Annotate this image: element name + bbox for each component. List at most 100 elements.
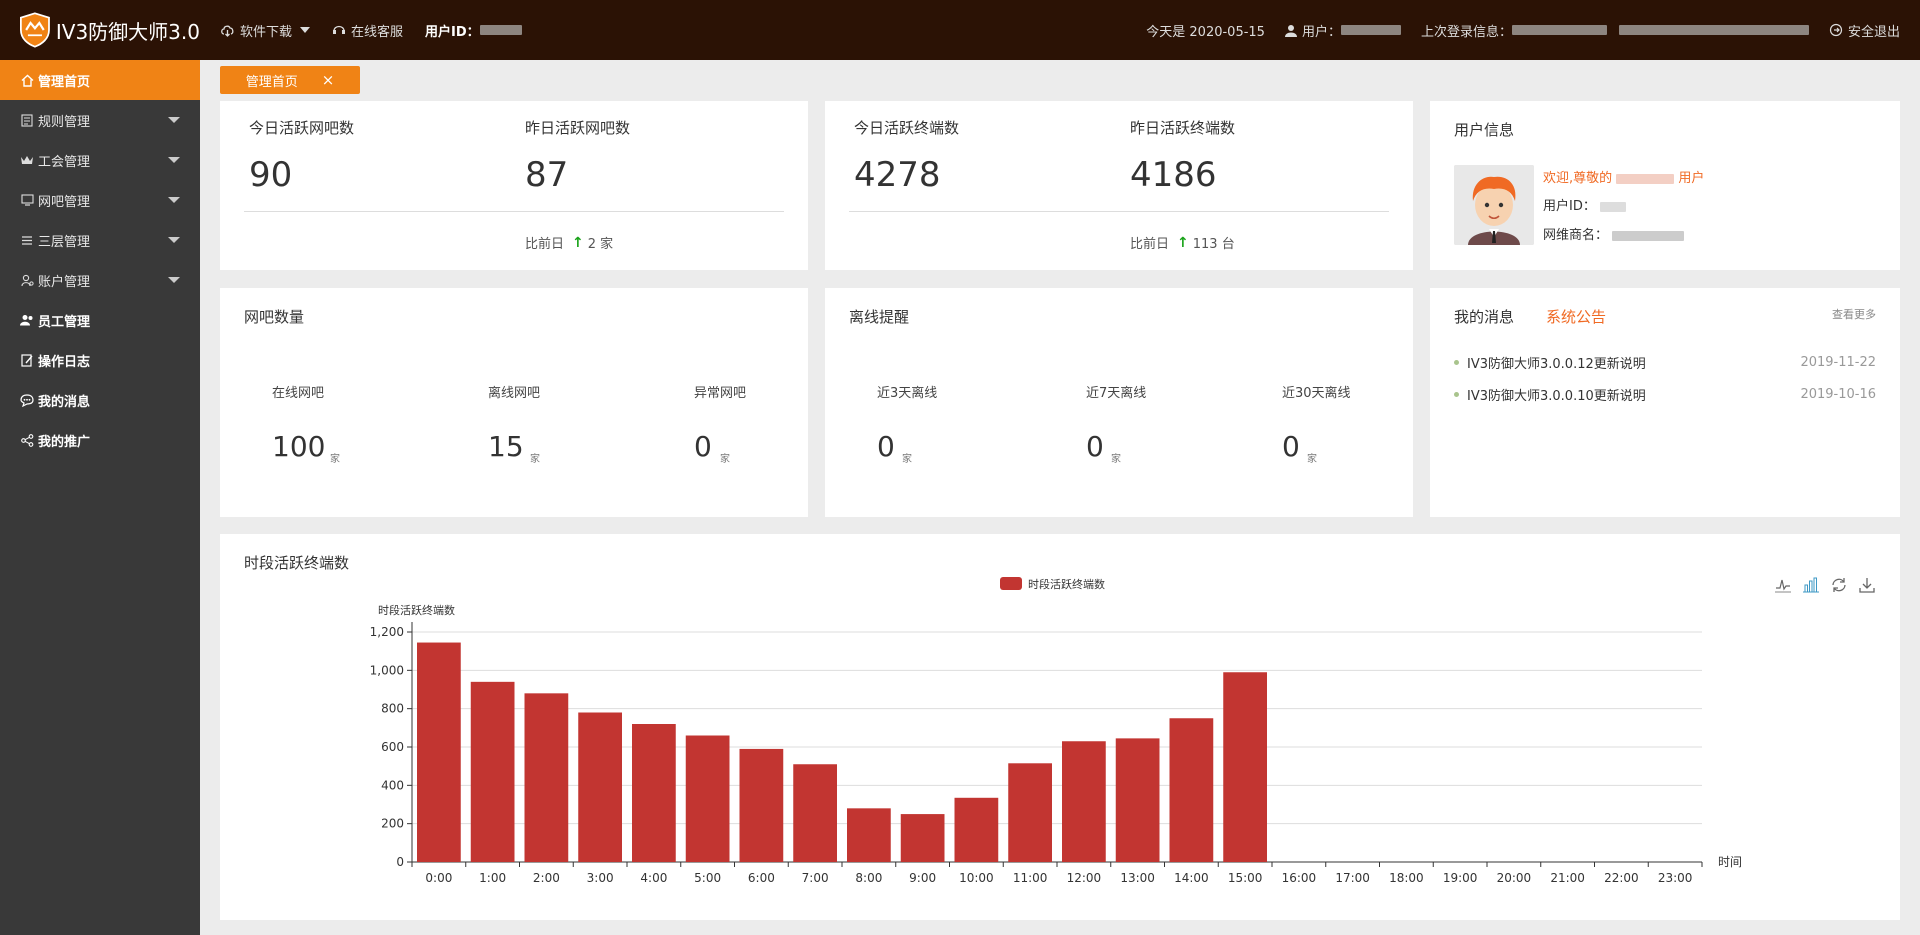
compare-value: 2 家 bbox=[587, 237, 614, 252]
sidebar-item-account[interactable]: 账户管理 bbox=[0, 260, 200, 300]
chevron-down-icon bbox=[168, 277, 180, 283]
unit-label: 家 bbox=[1307, 454, 1317, 465]
chart-card: 时段活跃终端数 0 200 400 600 800 1,000 1,200 时段活跃终端数 时间… bbox=[220, 534, 1900, 920]
welcome-message: 欢迎,尊敬的 用户 bbox=[1543, 167, 1704, 186]
current-user: 用户： bbox=[1284, 21, 1401, 40]
download-menu[interactable]: 软件下载 bbox=[220, 21, 311, 40]
netcafe-compare: 比前日 ↑ 2 家 bbox=[525, 233, 614, 253]
logout-button[interactable]: 安全退出 bbox=[1829, 21, 1900, 40]
netcafe-icon bbox=[20, 193, 34, 207]
bar bbox=[793, 764, 837, 862]
sidebar-item-label: 工会管理 bbox=[38, 154, 91, 170]
x-tick-label: 3:00 bbox=[587, 871, 614, 885]
sidebar-item-label: 员工管理 bbox=[38, 314, 91, 330]
sidebar-item-guild[interactable]: 工会管理 bbox=[0, 140, 200, 180]
offline-netcafe-value: 15 bbox=[488, 430, 524, 463]
divider bbox=[849, 211, 1389, 212]
staff-icon bbox=[20, 313, 34, 327]
yesterday-terminal-value: 4186 bbox=[1130, 155, 1217, 195]
sidebar-item-promotion[interactable]: 我的推广 bbox=[0, 420, 200, 460]
vendor-label: 网维商名： bbox=[1543, 228, 1609, 243]
top-right-info: 今天是 2020-05-15 用户： 上次登录信息： 安全退出 bbox=[1146, 0, 1920, 60]
message-date: 2019-11-22 bbox=[1800, 354, 1876, 370]
terminal-active-card: 今日活跃终端数 4278 昨日活跃终端数 4186 比前日 ↑ 113 台 bbox=[825, 101, 1413, 270]
app-logo[interactable]: IV3防御大师3.0 bbox=[0, 0, 200, 60]
sidebar-item-label: 我的消息 bbox=[38, 394, 91, 410]
cloud-download-icon bbox=[221, 25, 234, 37]
unit-label: 家 bbox=[720, 454, 730, 465]
redacted-username bbox=[1340, 25, 1401, 35]
sidebar: 管理首页 规则管理 工会管理 网吧管理 三层管理 账户管理 员工管理 操作日志 … bbox=[0, 60, 200, 935]
redacted-user-id bbox=[1600, 201, 1626, 212]
y-tick-label: 600 bbox=[381, 740, 404, 754]
sidebar-item-rules[interactable]: 规则管理 bbox=[0, 100, 200, 140]
bar bbox=[1169, 718, 1214, 862]
redacted-username bbox=[1616, 173, 1675, 184]
list-item[interactable]: IV3防御大师3.0.0.12更新说明 2019-11-22 bbox=[1454, 352, 1876, 372]
sidebar-item-staff[interactable]: 员工管理 bbox=[0, 300, 200, 340]
list-icon bbox=[20, 233, 34, 247]
arrow-up-icon: ↑ bbox=[1177, 234, 1189, 251]
y-tick-label: 400 bbox=[381, 778, 404, 792]
x-tick-label: 6:00 bbox=[748, 871, 775, 885]
list-item[interactable]: IV3防御大师3.0.0.10更新说明 2019-10-16 bbox=[1454, 384, 1876, 404]
sidebar-item-netcafe[interactable]: 网吧管理 bbox=[0, 180, 200, 220]
shield-logo-icon bbox=[20, 12, 50, 48]
sidebar-item-messages[interactable]: 我的消息 bbox=[0, 380, 200, 420]
user-info-card: 用户信息 欢迎,尊敬的 用户 用户ID： 网维商名： bbox=[1430, 101, 1900, 270]
bar bbox=[524, 693, 569, 862]
headset-icon bbox=[333, 25, 346, 34]
y-tick-label: 1,200 bbox=[370, 625, 404, 639]
sidebar-item-log[interactable]: 操作日志 bbox=[0, 340, 200, 380]
tab-my-messages[interactable]: 我的消息 bbox=[1454, 306, 1514, 327]
unit-label: 家 bbox=[330, 454, 340, 465]
view-more-link[interactable]: 查看更多 bbox=[1832, 306, 1876, 322]
x-tick-label: 4:00 bbox=[640, 871, 667, 885]
vendor-row: 网维商名： bbox=[1543, 224, 1685, 243]
user-label: 用户： bbox=[1301, 24, 1341, 40]
offline-3d-value: 0 bbox=[877, 430, 895, 463]
online-service-link[interactable]: 在线客服 bbox=[332, 21, 403, 40]
online-netcafe-value: 100 bbox=[272, 430, 326, 463]
x-tick-label: 1:00 bbox=[479, 871, 506, 885]
x-tick-label: 8:00 bbox=[855, 871, 882, 885]
x-tick-label: 11:00 bbox=[1013, 871, 1048, 885]
chevron-down-icon bbox=[168, 197, 180, 203]
tab-strip: 管理首页 × bbox=[200, 60, 1920, 100]
bar bbox=[632, 724, 676, 862]
tab-system-notice[interactable]: 系统公告 bbox=[1546, 306, 1606, 327]
x-tick-label: 5:00 bbox=[694, 871, 721, 885]
bar-chart: 0 200 400 600 800 1,000 1,200 时段活跃终端数时间 时段活跃终端数 0… bbox=[370, 577, 1742, 885]
offline-30d-label: 近30天离线 bbox=[1282, 386, 1351, 401]
yesterday-terminal-label: 昨日活跃终端数 bbox=[1130, 119, 1236, 137]
message-date: 2019-10-16 bbox=[1800, 386, 1876, 402]
bar bbox=[1115, 738, 1160, 862]
x-tick-label: 15:00 bbox=[1228, 871, 1263, 885]
netcafe-count-card: 网吧数量 在线网吧 100 家 离线网吧 15 家 异常网吧 0 家 bbox=[220, 288, 808, 517]
x-tick-label: 14:00 bbox=[1174, 871, 1209, 885]
unit-label: 家 bbox=[902, 454, 912, 465]
bar bbox=[1008, 763, 1052, 862]
bar bbox=[1223, 672, 1267, 862]
tab-home[interactable]: 管理首页 × bbox=[220, 66, 360, 94]
compare-label: 比前日 bbox=[525, 237, 565, 252]
message-title: IV3防御大师3.0.0.12更新说明 bbox=[1467, 356, 1646, 372]
user-id-display: 用户ID： bbox=[425, 21, 522, 40]
offline-3d-label: 近3天离线 bbox=[877, 386, 938, 401]
crown-icon bbox=[20, 153, 34, 167]
unit-label: 家 bbox=[1111, 454, 1121, 465]
app-title: IV3防御大师3.0 bbox=[55, 19, 200, 44]
offline-30d-value: 0 bbox=[1282, 430, 1300, 463]
bar bbox=[739, 748, 784, 862]
user-id-label: 用户ID： bbox=[1543, 199, 1596, 214]
yesterday-netcafe-label: 昨日活跃网吧数 bbox=[525, 119, 631, 137]
sidebar-item-label: 规则管理 bbox=[38, 114, 91, 130]
y-tick-label: 0 bbox=[396, 855, 404, 869]
redacted-vendor bbox=[1612, 230, 1685, 241]
x-tick-label: 23:00 bbox=[1658, 871, 1693, 885]
close-icon[interactable]: × bbox=[322, 71, 335, 89]
y-axis-title: 时段活跃终端数 bbox=[378, 603, 455, 617]
sidebar-item-home[interactable]: 管理首页 bbox=[0, 60, 200, 100]
sidebar-item-three-layer[interactable]: 三层管理 bbox=[0, 220, 200, 260]
logout-label: 安全退出 bbox=[1847, 24, 1900, 40]
